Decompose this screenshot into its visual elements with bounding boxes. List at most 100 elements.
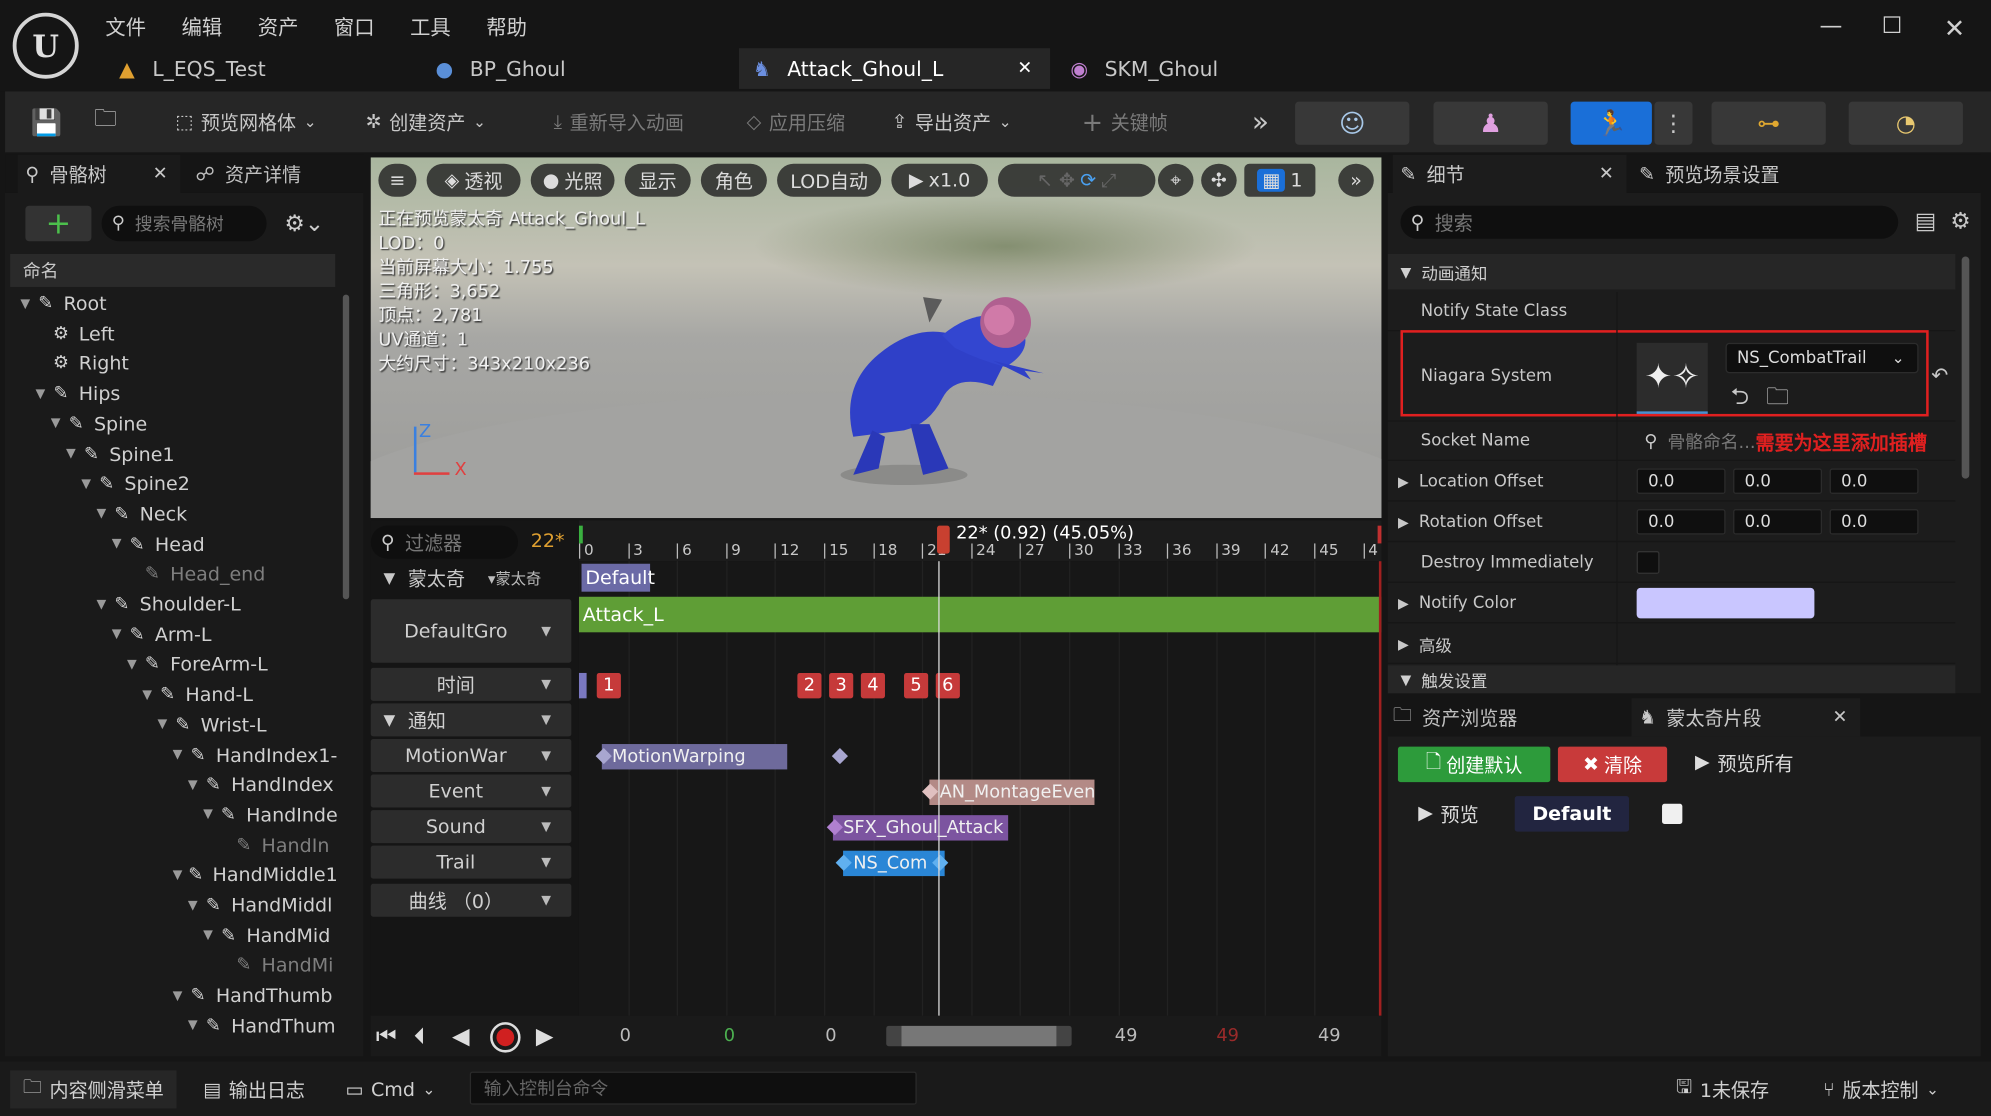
bone-row[interactable]: ▼ ✎ Neck	[96, 500, 337, 528]
bone-row[interactable]: ▼ ✎ ForeArm-L	[127, 651, 338, 679]
collapse-arrow-icon[interactable]: ▼	[112, 537, 127, 551]
filter-input[interactable]: ⚲ 过滤器	[370, 525, 519, 559]
save-icon[interactable]: 💾	[30, 102, 62, 143]
section-checkbox[interactable]	[1662, 803, 1683, 825]
apply-compression-button[interactable]: ◇ 应用压缩	[747, 102, 845, 143]
collapse-arrow-icon[interactable]: ▼	[173, 989, 188, 1003]
rotation-z-field[interactable]: 0.0	[1829, 509, 1919, 535]
close-tab-icon[interactable]: ✕	[1599, 164, 1614, 184]
timeline-scrollbar[interactable]	[886, 1025, 1072, 1047]
location-x-field[interactable]: 0.0	[1636, 468, 1726, 494]
bone-row[interactable]: ▼ ✎ HandMid	[203, 921, 338, 949]
collapse-arrow-icon[interactable]: ▼	[20, 296, 35, 310]
show-button[interactable]: 显示	[624, 163, 691, 197]
menu-help[interactable]: 帮助	[486, 10, 527, 40]
collapse-arrow-icon[interactable]: ▼	[96, 597, 111, 611]
notify-track-motionwarping[interactable]: MotionWar ▼	[370, 738, 572, 772]
default-section-button[interactable]: Default	[1514, 796, 1630, 832]
close-tab-icon[interactable]: ✕	[1833, 707, 1848, 727]
time-track-header[interactable]: 时间 ▼	[370, 667, 572, 701]
skeleton-search-input[interactable]: ⚲ 搜索骨骼树	[101, 205, 267, 242]
view-end[interactable]: 49	[1216, 1026, 1239, 1046]
create-asset-button[interactable]: ✲ 创建资产 ⌄	[366, 102, 486, 143]
bone-row[interactable]: ▼ ✎ Arm-L	[112, 620, 338, 648]
collapse-arrow-icon[interactable]: ▼	[51, 417, 66, 431]
tab-bp-ghoul[interactable]: ● BP_Ghoul	[422, 48, 733, 89]
bone-row[interactable]: ▼ ✎ Wrist-L	[157, 711, 337, 739]
unsaved-button[interactable]: 🖫 1未保存	[1676, 1070, 1769, 1108]
expand-arrow-icon[interactable]: ▶	[1398, 473, 1409, 490]
bone-row[interactable]: ▼ ✎ HandMiddle1	[173, 861, 338, 889]
play-reverse-icon[interactable]: ◀	[452, 1023, 470, 1050]
mesh-mode-button[interactable]: ♟	[1433, 101, 1548, 145]
tab-skeleton-tree[interactable]: ⚲ 骨骼树 ✕	[17, 154, 181, 193]
bone-row[interactable]: ▼ ✎ Spine	[51, 410, 338, 438]
collapse-arrow-icon[interactable]: ▼	[81, 477, 96, 491]
socket-name-input[interactable]: ⚲ 骨骼命名... 需要为这里添加插槽	[1637, 427, 1967, 457]
minimize-icon[interactable]: —	[1819, 13, 1842, 40]
transform-tools[interactable]: ↖ ✥ ⟳ ⤢	[997, 163, 1156, 197]
bone-row[interactable]: ✎ Head_end	[127, 560, 338, 588]
console-input[interactable]: 输入控制台命令	[469, 1071, 917, 1105]
notify-track-header[interactable]: ▼ 通知 ▼	[370, 703, 572, 737]
bone-row[interactable]: ▼ ✎ HandIndex	[188, 771, 338, 799]
menu-edit[interactable]: 编辑	[182, 10, 223, 40]
rotation-x-field[interactable]: 0.0	[1636, 509, 1726, 535]
settings-gear-icon[interactable]: ⚙⌄	[284, 211, 324, 238]
preview-all-button[interactable]: ▶ 预览所有	[1695, 750, 1793, 777]
record-button[interactable]	[490, 1022, 521, 1053]
browse-icon[interactable]: 🗀	[94, 102, 117, 143]
blueprint-mode-button[interactable]: ⊶	[1711, 101, 1826, 145]
tab-preview-scene-settings[interactable]: ✎ 预览场景设置	[1639, 155, 1779, 193]
bone-row[interactable]: ✎ HandIn	[218, 831, 337, 859]
notify-track-sound[interactable]: Sound ▼	[370, 810, 572, 844]
viewport-menu-button[interactable]: ≡	[378, 163, 417, 197]
cmd-dropdown[interactable]: ▭ Cmd ⌄	[345, 1070, 435, 1108]
bone-row[interactable]: ⚙ Right	[36, 350, 338, 378]
bone-row[interactable]: ▼ ✎ Shoulder-L	[96, 590, 337, 618]
preview-button[interactable]: ▶ 预览	[1418, 801, 1478, 828]
expand-arrow-icon[interactable]: ▶	[1398, 595, 1409, 612]
content-drawer-button[interactable]: 🗀 内容侧滑菜单	[10, 1070, 177, 1109]
bone-row[interactable]: ▼ ✎ HandMiddl	[188, 891, 338, 919]
range-end-marker[interactable]	[1377, 525, 1382, 544]
curves-track-header[interactable]: 曲线 （0） ▼	[370, 883, 572, 917]
tab-skm-ghoul[interactable]: ◉ SKM_Ghoul	[1056, 48, 1367, 89]
tab-asset-browser[interactable]: 🗀 资产浏览器	[1393, 698, 1517, 736]
reimport-button[interactable]: ⤓ 重新导入动画	[554, 102, 684, 143]
row-advanced[interactable]: ▶ 高级	[1387, 625, 1956, 665]
maximize-icon[interactable]: ☐	[1882, 13, 1902, 40]
notify-track-trail[interactable]: Trail ▼	[370, 845, 572, 879]
bone-row[interactable]: ▼ ✎ HandIndex1-	[173, 741, 338, 769]
collapse-arrow-icon[interactable]: ▼	[383, 569, 395, 587]
notify-0[interactable]: MotionWarping	[601, 744, 788, 770]
location-y-field[interactable]: 0.0	[1733, 468, 1823, 494]
destroy-immediately-checkbox[interactable]	[1636, 551, 1660, 574]
bone-row[interactable]: ▼ ✎ HandInde	[203, 801, 338, 829]
slot-group-header[interactable]: DefaultGro ▼	[370, 599, 572, 663]
notify-color-swatch[interactable]	[1636, 587, 1815, 619]
track-area[interactable]: Default Attack_L 1 2 3 4 5 6 MotionWarping AN_Mon…	[578, 561, 1382, 1016]
add-socket-button[interactable]: +	[25, 205, 92, 242]
more-options-icon[interactable]: »	[1338, 163, 1374, 197]
keyframe-button[interactable]: + 关键帧	[1082, 102, 1168, 143]
character-button[interactable]: 角色	[700, 163, 767, 197]
attack-segment[interactable]: Attack_L	[578, 596, 1382, 633]
tab-details[interactable]: ✎ 细节 ✕	[1392, 154, 1627, 193]
notify-track-event[interactable]: Event ▼	[370, 774, 572, 808]
bone-row[interactable]: ▼ ✎ Root	[20, 289, 337, 317]
physics-mode-button[interactable]: ◔	[1848, 101, 1963, 145]
montage-dropdown[interactable]: ▾蒙太奇	[488, 567, 541, 589]
collapse-arrow-icon[interactable]: ▼	[173, 868, 187, 882]
collapse-arrow-icon[interactable]: ▼	[66, 447, 81, 461]
collapse-arrow-icon[interactable]: ▼	[203, 928, 218, 942]
scrollbar-thumb[interactable]	[901, 1025, 1057, 1047]
grid-snap-button[interactable]: ▦ 1	[1244, 163, 1316, 197]
output-log-button[interactable]: ▤ 输出日志	[196, 1070, 313, 1108]
branch-point-marker[interactable]: 4	[860, 672, 885, 699]
collapse-arrow-icon[interactable]: ▼	[142, 688, 157, 702]
skip-start-icon[interactable]: ⏮	[376, 1023, 397, 1050]
menu-window[interactable]: 窗口	[334, 10, 375, 40]
tab-l-eqs-test[interactable]: ▲ L_EQS_Test	[104, 48, 415, 89]
branch-point-marker[interactable]: 5	[904, 672, 929, 699]
